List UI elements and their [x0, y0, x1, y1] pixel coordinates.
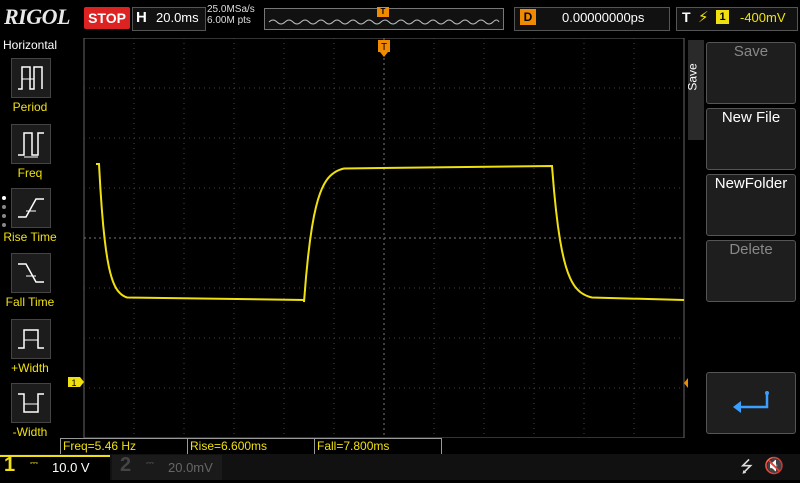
- trigger-letter: T: [682, 9, 691, 25]
- ch2-scale: 20.0mV: [168, 460, 213, 475]
- menu-tab-label: Save: [685, 63, 700, 91]
- ch1-scale: 10.0 V: [52, 460, 90, 475]
- measure-freq-label: Freq: [17, 166, 43, 180]
- measure-period-button[interactable]: Period: [0, 58, 60, 124]
- freq-result: Freq=5.46 Hz: [60, 438, 188, 455]
- ch1-ground-marker: 1: [68, 377, 84, 388]
- fall-time-icon: [11, 253, 51, 293]
- page-dot: [2, 223, 6, 227]
- trigger-level: -400mV: [740, 10, 786, 25]
- freq-icon: [11, 124, 51, 164]
- return-softkey[interactable]: [706, 372, 796, 434]
- timebase-letter: H: [136, 9, 147, 26]
- dc-coupling-icon: ⎓: [146, 458, 154, 469]
- ch1-number: 1: [4, 454, 16, 476]
- delay-letter: D: [520, 9, 536, 25]
- svg-text:1: 1: [71, 378, 76, 388]
- brand-logo: RIGOL: [4, 4, 70, 29]
- measure-pos-width-button[interactable]: +Width: [0, 319, 60, 385]
- measure-pos-width-label: +Width: [11, 361, 49, 375]
- trigger-position-marker: T: [377, 7, 389, 17]
- waveform-graticule[interactable]: T 1: [60, 38, 700, 438]
- trigger-source: 1: [716, 10, 729, 24]
- rise-result: Rise=6.600ms: [187, 438, 315, 455]
- rising-edge-icon: ⚡: [698, 8, 709, 26]
- new-file-softkey-label: New File: [721, 109, 781, 126]
- measure-category-title: Horizontal: [2, 38, 58, 52]
- page-dot: [2, 214, 6, 218]
- measure-neg-width-button[interactable]: -Width: [0, 383, 60, 449]
- period-icon: [11, 58, 51, 98]
- save-softkey-label: Save: [733, 43, 769, 60]
- run-stop-status[interactable]: STOP: [84, 7, 130, 29]
- fall-result: Fall=7.800ms: [314, 438, 442, 455]
- page-dot: [2, 205, 6, 209]
- rise-time-icon: [11, 188, 51, 228]
- timebase-value: 20.0ms: [156, 10, 199, 25]
- delete-softkey-label: Delete: [729, 241, 773, 258]
- new-folder-softkey[interactable]: NewFolder: [706, 174, 796, 236]
- svg-text:T: T: [381, 42, 387, 53]
- sample-rate: 25.0MSa/s: [207, 4, 255, 15]
- page-dot: [2, 196, 6, 200]
- new-folder-softkey-label: NewFolder: [714, 175, 788, 192]
- pos-width-icon: [11, 319, 51, 359]
- measure-fall-time-label: Fall Time: [5, 295, 55, 309]
- measure-period-label: Period: [12, 100, 48, 114]
- measure-rise-time-label: Rise Time: [3, 230, 57, 244]
- measure-neg-width-label: -Width: [12, 425, 48, 439]
- measure-rise-time-button[interactable]: Rise Time: [0, 188, 60, 254]
- measure-freq-button[interactable]: Freq: [0, 124, 60, 190]
- return-arrow-icon: [733, 391, 769, 413]
- new-file-softkey[interactable]: New File: [706, 108, 796, 170]
- mute-icon[interactable]: 🔇: [764, 456, 784, 475]
- usb-icon: ⭍: [740, 457, 754, 476]
- delete-softkey[interactable]: Delete: [706, 240, 796, 302]
- delay-value: 0.00000000ps: [562, 10, 645, 25]
- memory-depth: 6.00M pts: [207, 15, 251, 26]
- measure-fall-time-button[interactable]: Fall Time: [0, 253, 60, 319]
- neg-width-icon: [11, 383, 51, 423]
- menu-page-indicator: [2, 196, 8, 232]
- dc-coupling-icon: ⎓: [30, 458, 38, 469]
- save-softkey[interactable]: Save: [706, 42, 796, 104]
- ch2-number: 2: [120, 454, 132, 476]
